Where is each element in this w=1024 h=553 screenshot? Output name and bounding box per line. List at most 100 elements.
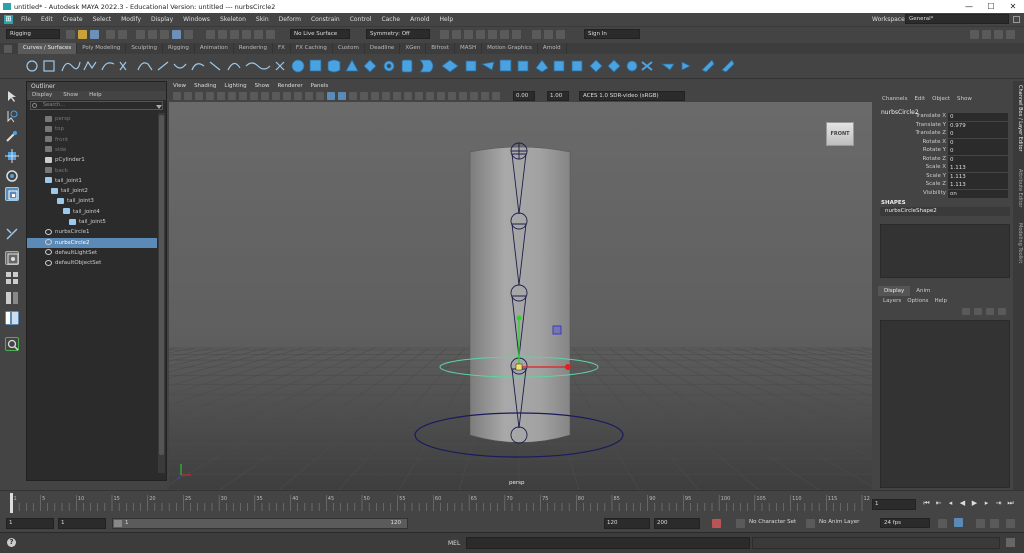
cb-attribute-value[interactable]: 0 <box>948 113 1008 121</box>
go-to-start-button[interactable]: ⏮ <box>922 499 931 508</box>
layer-menu-help[interactable]: Help <box>934 298 947 304</box>
shelf-tab-deadline[interactable]: Deadline <box>365 43 401 54</box>
viewport-toolbar-icon[interactable] <box>206 92 214 100</box>
sidebar-toggle-icon-1[interactable] <box>970 30 979 39</box>
outliner-item[interactable]: nurbsCircle1 <box>27 227 157 237</box>
viewport-toolbar-icon[interactable] <box>360 92 368 100</box>
current-time-indicator[interactable] <box>10 493 13 513</box>
cb-attribute-value[interactable]: 0 <box>948 138 1008 147</box>
viewport-toolbar-icon[interactable] <box>404 92 412 100</box>
outliner-item[interactable]: tail_joint4 <box>27 207 157 217</box>
menu-constrain[interactable]: Constrain <box>306 13 345 26</box>
perspective-viewport[interactable]: FRONT persp <box>169 102 872 490</box>
cb-attribute-row[interactable]: Translate X0 <box>878 113 1012 122</box>
viewport-toolbar-icon[interactable] <box>459 92 467 100</box>
viewport-toolbar-icon[interactable] <box>272 92 280 100</box>
cb-attribute-row[interactable]: Visibility on <box>878 189 1012 199</box>
menu-skeleton[interactable]: Skeleton <box>215 13 251 26</box>
select-tool-icon[interactable] <box>5 89 19 103</box>
outliner-item[interactable]: tail_joint2 <box>27 186 157 196</box>
viewport-menu-view[interactable]: View <box>169 81 190 91</box>
outliner-item[interactable]: defaultLightSet <box>27 248 157 258</box>
shelf-tab-poly-modeling[interactable]: Poly Modeling <box>77 43 127 54</box>
viewport-menu-lighting[interactable]: Lighting <box>220 81 250 91</box>
auto-key-icon[interactable] <box>712 519 721 528</box>
step-back-key-button[interactable]: ⇤ <box>934 499 943 508</box>
preferences-icon[interactable] <box>1006 519 1015 528</box>
symmetry-dropdown[interactable]: Symmetry: Off <box>366 29 430 39</box>
viewport-toolbar-icon[interactable] <box>217 92 225 100</box>
outliner-scrollbar[interactable] <box>158 113 165 473</box>
new-layer-icon-4[interactable] <box>998 308 1006 315</box>
outliner-menu-help[interactable]: Help <box>89 91 102 100</box>
cb-attribute-row[interactable]: Rotate X0 <box>878 138 1012 148</box>
animation-end-field[interactable]: 200 <box>654 518 700 529</box>
cb-attribute-row[interactable]: Rotate Y0 <box>878 147 1012 156</box>
outliner-item[interactable]: tail_joint1 <box>27 176 157 186</box>
anim-layer-dropdown[interactable]: No Anim Layer <box>816 518 874 528</box>
viewport-menu-renderer[interactable]: Renderer <box>273 81 306 91</box>
shelf-tab-curves-surfaces[interactable]: Curves / Surfaces <box>18 43 78 54</box>
shelf-tab-arnold[interactable]: Arnold <box>538 43 567 54</box>
sound-icon[interactable] <box>954 518 963 527</box>
cb-menu-edit[interactable]: Edit <box>914 96 925 102</box>
step-back-frame-button[interactable]: ◂ <box>946 499 955 508</box>
time-slider[interactable]: 1 5 10 15 20 25 30 35 40 45 50 55 60 65 70 75 80 85 90 95 10… <box>0 490 1024 515</box>
exposure-field[interactable]: 0.00 <box>513 91 535 101</box>
viewport-toolbar-icon[interactable] <box>448 92 456 100</box>
two-view-layout-icon[interactable] <box>5 291 19 305</box>
step-forward-key-button[interactable]: ⇥ <box>994 499 1003 508</box>
playback-speed-icon[interactable] <box>976 519 985 528</box>
mel-command-input[interactable] <box>466 537 750 549</box>
redo-icon[interactable] <box>118 30 127 39</box>
viewport-toolbar-icon[interactable] <box>382 92 390 100</box>
menu-windows[interactable]: Windows <box>178 13 215 26</box>
viewport-toolbar-icon[interactable] <box>327 92 335 100</box>
shelf-tab-rigging[interactable]: Rigging <box>163 43 195 54</box>
viewport-toolbar-icon[interactable] <box>294 92 302 100</box>
character-set-icon[interactable] <box>736 519 745 528</box>
menu-display[interactable]: Display <box>146 13 178 26</box>
outliner-search-input[interactable]: Search... <box>30 101 163 110</box>
outliner-item[interactable]: back <box>27 166 157 176</box>
ipr-icon[interactable] <box>464 30 473 39</box>
play-forward-button[interactable]: ▶ <box>970 499 979 508</box>
workspace-dropdown[interactable]: General* <box>905 14 1009 24</box>
panel-icon[interactable] <box>532 30 541 39</box>
viewport-toolbar-icon[interactable] <box>481 92 489 100</box>
loop-icon[interactable] <box>938 519 947 528</box>
cb-attribute-row[interactable]: Translate Z0 <box>878 130 1012 139</box>
outliner-layout-icon[interactable] <box>5 311 19 325</box>
outliner-menu-display[interactable]: Display <box>32 91 52 100</box>
menu-create[interactable]: Create <box>58 13 88 26</box>
sidetab-channel-box[interactable]: Channel Box / Layer Editor <box>1014 85 1023 152</box>
cb-menu-channels[interactable]: Channels <box>882 96 907 102</box>
viewport-toolbar-icon[interactable] <box>250 92 258 100</box>
cb-attribute-row[interactable]: Scale Y 1.113 <box>878 172 1012 182</box>
workspace-lock-icon[interactable] <box>1013 16 1020 23</box>
layer-menu-layers[interactable]: Layers <box>883 298 901 304</box>
save-scene-icon[interactable] <box>90 30 99 39</box>
outliner-item[interactable]: side <box>27 145 157 155</box>
shelf-tab-bifrost[interactable]: Bifrost <box>426 43 455 54</box>
snap-grid-icon[interactable] <box>206 30 215 39</box>
outliner-item[interactable]: tail_joint3 <box>27 196 157 206</box>
menuset-dropdown[interactable]: Rigging <box>6 29 60 39</box>
cb-attribute-value[interactable]: 1.113 <box>948 181 1008 189</box>
outliner-search-options-icon[interactable] <box>156 105 162 109</box>
hypershade-icon[interactable] <box>488 30 497 39</box>
arnold-ipr-icon[interactable] <box>512 30 521 39</box>
gamma-field[interactable]: 1.00 <box>547 91 569 101</box>
mask-icon-2[interactable] <box>184 30 193 39</box>
menu-arnold[interactable]: Arnold <box>405 13 434 26</box>
menu-deform[interactable]: Deform <box>274 13 306 26</box>
outliner-item[interactable]: front <box>27 135 157 145</box>
viewport-menu-panels[interactable]: Panels <box>307 81 333 91</box>
sidebar-toggle-icon-4[interactable] <box>1006 30 1015 39</box>
render-icon[interactable] <box>452 30 461 39</box>
minimize-button[interactable]: — <box>958 0 980 13</box>
cb-attribute-row[interactable]: Translate Y 0.979 <box>878 121 1012 131</box>
new-scene-icon[interactable] <box>66 30 75 39</box>
help-icon[interactable]: ? <box>7 538 16 547</box>
scale-tool-icon[interactable] <box>5 187 19 201</box>
